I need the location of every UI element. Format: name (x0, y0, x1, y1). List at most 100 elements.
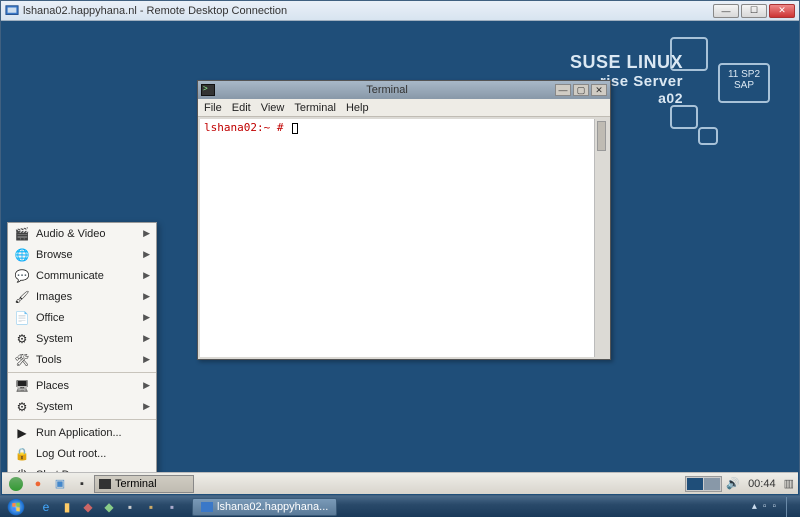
workspace-2[interactable] (704, 478, 720, 490)
menu-help[interactable]: Help (346, 102, 369, 114)
menu-item-system[interactable]: ⚙ System▶ (8, 328, 156, 349)
quick-launch: e ▮ ◆ ◆ ▪ ▪ ▪ (32, 498, 186, 516)
terminal-launcher[interactable]: ▪ (72, 475, 92, 493)
menu-item-icon: ⚙ (14, 331, 30, 347)
menu-view[interactable]: View (261, 102, 285, 114)
menu-item-label: Images (36, 291, 143, 303)
volume-icon[interactable]: 🔊 (726, 477, 740, 490)
ql-app5[interactable]: ▪ (162, 498, 182, 516)
minimize-button[interactable]: — (713, 4, 739, 18)
tray-chevron-icon[interactable]: ▴ (752, 501, 757, 512)
terminal-icon (201, 84, 215, 96)
firefox-icon: ● (35, 478, 42, 490)
app-icon: ▪ (149, 500, 153, 514)
workspace-pager[interactable] (685, 476, 722, 492)
menu-item-icon: 🛠 (14, 352, 30, 368)
task-label: Terminal (115, 478, 157, 490)
submenu-arrow-icon: ▶ (143, 380, 150, 391)
menu-item-icon: 📄 (14, 310, 30, 326)
menu-item-label: Communicate (36, 270, 143, 282)
clock[interactable]: 00:44 (744, 478, 780, 490)
menu-item-label: Browse (36, 249, 143, 261)
workspace-1[interactable] (687, 478, 703, 490)
menu-item-log-out-root[interactable]: 🔒 Log Out root... (8, 443, 156, 464)
menu-file[interactable]: File (204, 102, 222, 114)
firefox-launcher[interactable]: ● (28, 475, 48, 493)
menu-item-office[interactable]: 📄Office▶ (8, 307, 156, 328)
version-badge: 11 SP2 SAP (718, 63, 770, 103)
windows-taskbar: e ▮ ◆ ◆ ▪ ▪ ▪ lshana02.happyhana... ▴ ▫ … (0, 496, 800, 517)
computer-menu-button[interactable] (6, 475, 26, 493)
scrollbar-thumb[interactable] (597, 121, 606, 151)
menu-item-label: Tools (36, 354, 143, 366)
ql-app2[interactable]: ◆ (99, 498, 119, 516)
maximize-button[interactable]: ☐ (741, 4, 767, 18)
terminal-maximize-button[interactable]: ▢ (573, 84, 589, 96)
suse-icon (9, 477, 23, 491)
terminal-titlebar[interactable]: Terminal — ▢ ✕ (198, 81, 610, 99)
ql-ie[interactable]: e (36, 498, 56, 516)
app-icon: ◆ (104, 500, 113, 514)
decor-box (670, 105, 698, 129)
linux-taskbar: ● ▣ ▪ Terminal 🔊 00:44 ▥ (2, 472, 798, 494)
rdp-titlebar[interactable]: lshana02.happyhana.nl - Remote Desktop C… (1, 1, 799, 21)
linux-tray: 🔊 00:44 ▥ (685, 476, 794, 492)
terminal-close-button[interactable]: ✕ (591, 84, 607, 96)
ql-app3[interactable]: ▪ (120, 498, 140, 516)
rdp-icon (5, 4, 19, 18)
ql-app1[interactable]: ◆ (78, 498, 98, 516)
tray-network-icon[interactable]: ▫ (763, 501, 767, 512)
rdp-window-controls: — ☐ ✕ (713, 4, 795, 18)
terminal-prompt: lshana02:~ # (204, 121, 283, 134)
branding-line1: SUSE LINUX (570, 52, 683, 73)
terminal-cursor (292, 123, 298, 134)
windows-logo-icon (7, 498, 25, 516)
terminal-scrollbar[interactable] (594, 119, 608, 357)
taskbar-entry-rdp[interactable]: lshana02.happyhana... (192, 498, 337, 516)
tray-volume-icon[interactable]: ▫ (772, 501, 776, 512)
rdp-task-icon (201, 502, 213, 512)
app-icon: ▪ (128, 500, 132, 514)
ql-explorer[interactable]: ▮ (57, 498, 77, 516)
menu-item-images[interactable]: 🖌Images▶ (8, 286, 156, 307)
menu-item-browse[interactable]: 🌐Browse▶ (8, 244, 156, 265)
close-button[interactable]: ✕ (769, 4, 795, 18)
app-icon: ▪ (170, 500, 174, 514)
terminal-body[interactable]: lshana02:~ # (200, 119, 608, 357)
terminal-window[interactable]: Terminal — ▢ ✕ File Edit View Terminal H… (197, 80, 611, 360)
terminal-minimize-button[interactable]: — (555, 84, 571, 96)
taskbar-entry-terminal[interactable]: Terminal (94, 475, 194, 493)
show-desktop-icon[interactable]: ▥ (784, 477, 794, 490)
ql-app4[interactable]: ▪ (141, 498, 161, 516)
menu-item-label: Office (36, 312, 143, 324)
terminal-menubar: File Edit View Terminal Help (198, 99, 610, 117)
file-manager-launcher[interactable]: ▣ (50, 475, 70, 493)
menu-item-icon: 🔒 (14, 446, 30, 462)
submenu-arrow-icon: ▶ (143, 228, 150, 239)
menu-item-places[interactable]: 🖥Places▶ (8, 375, 156, 396)
menu-item-label: Log Out root... (36, 448, 150, 460)
menu-item-label: Run Application... (36, 427, 150, 439)
menu-item-audio-video[interactable]: 🎬Audio & Video▶ (8, 223, 156, 244)
menu-terminal[interactable]: Terminal (294, 102, 336, 114)
app-icon: ◆ (83, 500, 92, 514)
show-desktop-button[interactable] (786, 497, 794, 517)
win-task-label: lshana02.happyhana... (217, 501, 328, 513)
menu-item-run-application[interactable]: ▶ Run Application... (8, 422, 156, 443)
submenu-arrow-icon: ▶ (143, 333, 150, 344)
terminal-launcher-icon: ▪ (80, 478, 84, 490)
terminal-window-controls: — ▢ ✕ (555, 84, 607, 96)
menu-item-label: Places (36, 380, 143, 392)
linux-desktop[interactable]: 11 SP2 SAP SUSE LINUX rise Server a02 Te… (2, 22, 798, 494)
menu-edit[interactable]: Edit (232, 102, 251, 114)
menu-item-tools[interactable]: 🛠Tools▶ (8, 349, 156, 370)
menu-item-communicate[interactable]: 💬Communicate▶ (8, 265, 156, 286)
menu-item-system[interactable]: ⚙System▶ (8, 396, 156, 417)
start-button[interactable] (0, 496, 32, 517)
task-terminal-icon (99, 479, 111, 489)
start-menu: 🎬Audio & Video▶🌐Browse▶💬Communicate▶🖌Ima… (7, 222, 157, 486)
menu-item-label: System (36, 333, 143, 345)
ie-icon: e (43, 500, 50, 514)
menu-item-icon: ▶ (14, 425, 30, 441)
menu-item-icon: ⚙ (14, 399, 30, 415)
